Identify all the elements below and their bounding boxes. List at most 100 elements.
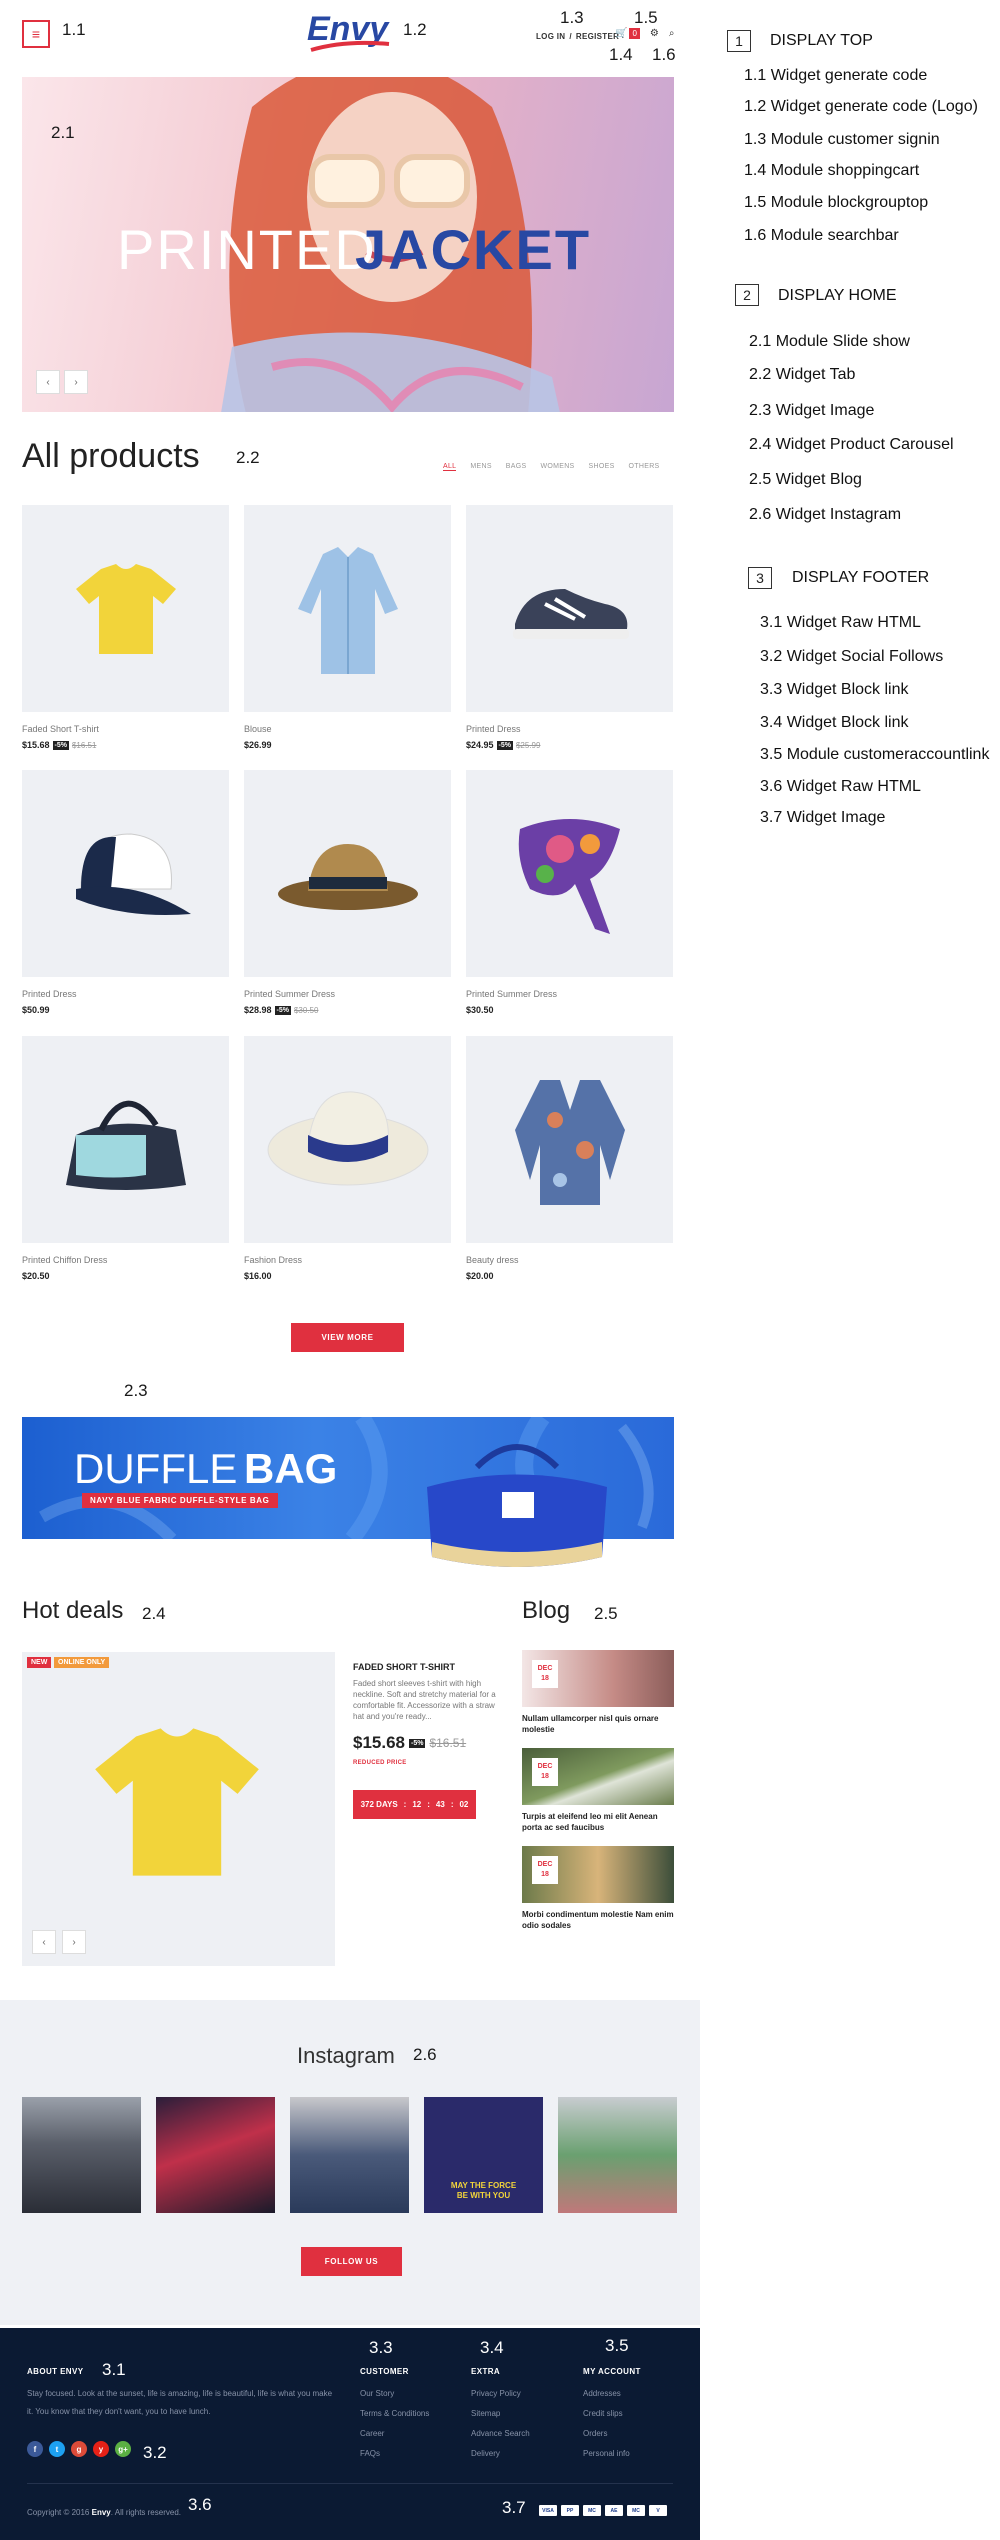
facebook-icon[interactable]: f [27,2441,43,2457]
footer-about-text: Stay focused. Look at the sunset, life i… [27,2389,333,2398]
product-image[interactable] [466,505,673,712]
slide-next-button[interactable]: › [64,370,88,394]
product-image[interactable] [244,770,451,977]
footer-link[interactable]: Addresses [583,2389,621,2398]
tab-all[interactable]: ALL [443,463,457,471]
product-image[interactable] [244,505,451,712]
separator: : [450,1800,454,1809]
menu-button[interactable]: ≡ [22,20,50,48]
date-day: 18 [541,1773,549,1780]
instagram-photo[interactable]: MAY THE FORCE BE WITH YOU [424,2097,543,2213]
product-card[interactable]: Fashion Dress $16.00 [244,1036,451,1281]
product-price: $50.99 [22,1005,50,1015]
footer-link[interactable]: Our Story [360,2389,394,2398]
register-link[interactable]: REGISTER [576,32,619,41]
footer-link[interactable]: Career [360,2429,384,2438]
logo[interactable]: Envy [305,6,395,60]
youtube-icon[interactable]: y [93,2441,109,2457]
annotation: 3.7 [502,2498,526,2517]
annotation: 1.1 [62,20,86,39]
product-card[interactable]: Faded Short T-shirt $15.68 -5% $16.51 [22,505,229,750]
product-card[interactable]: Printed Summer Dress $30.50 [466,770,673,1015]
copyright-brand: Envy [91,2508,111,2517]
footer-link[interactable]: FAQs [360,2449,380,2458]
product-image[interactable] [466,1036,673,1243]
blog-title[interactable]: Turpis at eleifend leo mi elit Aenean po… [522,1811,674,1833]
view-more-button[interactable]: VIEW MORE [291,1323,404,1352]
product-card[interactable]: Printed Dress $24.95 -5% $25.99 [466,505,673,750]
tab-womens[interactable]: WOMENS [540,463,574,471]
deal-product-image[interactable]: NEW ONLINE ONLY ‹ › [22,1652,335,1966]
instagram-photo[interactable] [558,2097,677,2213]
footer-link[interactable]: Personal info [583,2449,630,2458]
deal-prev-button[interactable]: ‹ [32,1930,56,1954]
blog-post[interactable]: DEC 18 Nullam ullamcorper nisl quis ornar… [522,1650,674,1735]
product-name[interactable]: Blouse [244,724,451,734]
instagram-photo[interactable] [22,2097,141,2213]
product-name[interactable]: Faded Short T-shirt [22,724,229,734]
search-icon[interactable]: ⌕ [669,28,675,39]
login-link[interactable]: LOG IN [536,32,565,41]
new-badge: NEW [27,1657,52,1668]
annotation: 3.2 [143,2443,167,2462]
slideshow[interactable]: PRINTED JACKET ‹ › [22,77,674,412]
product-image[interactable] [22,770,229,977]
footer-link[interactable]: Terms & Conditions [360,2409,429,2418]
blog-image[interactable]: DEC 18 [522,1748,674,1805]
product-card[interactable]: Blouse $26.99 [244,505,451,750]
separator: : [427,1800,430,1809]
deal-next-button[interactable]: › [62,1930,86,1954]
tab-bags[interactable]: BAGS [506,463,527,471]
divider [27,2483,673,2484]
product-card[interactable]: Printed Dress $50.99 [22,770,229,1015]
footer-link[interactable]: Credit slips [583,2409,623,2418]
google-plus-icon[interactable]: g+ [115,2441,131,2457]
product-name[interactable]: Printed Dress [466,724,673,734]
product-name[interactable]: Printed Dress [22,989,229,999]
promo-banner[interactable]: DUFFLE BAG NAVY BLUE FABRIC DUFFLE-STYLE… [22,1417,674,1567]
blog-post[interactable]: DEC 18 Turpis at eleifend leo mi elit Aen… [522,1748,674,1833]
product-name[interactable]: Beauty dress [466,1255,673,1265]
footer-link[interactable]: Privacy Policy [471,2389,521,2398]
tab-shoes[interactable]: SHOES [589,463,615,471]
product-card[interactable]: Printed Chiffon Dress $20.50 [22,1036,229,1281]
product-image[interactable] [22,505,229,712]
product-price: $20.50 [22,1271,50,1281]
slide-prev-button[interactable]: ‹ [36,370,60,394]
product-image[interactable] [466,770,673,977]
product-name[interactable]: Printed Summer Dress [244,989,451,999]
deal-product-name[interactable]: FADED SHORT T-SHIRT [353,1662,455,1672]
legend-section-title: DISPLAY FOOTER [792,569,930,586]
product-image[interactable] [244,1036,451,1243]
product-name[interactable]: Printed Summer Dress [466,989,673,999]
product-name[interactable]: Fashion Dress [244,1255,451,1265]
legend-item: 3.2 Widget Social Follows [760,648,944,665]
tab-others[interactable]: OTHERS [629,463,660,471]
product-name[interactable]: Printed Chiffon Dress [22,1255,229,1265]
instagram-photo[interactable] [156,2097,275,2213]
product-image[interactable] [22,1036,229,1243]
blog-post[interactable]: DEC 18 Morbi condimentum molestie Nam eni… [522,1846,674,1931]
footer-link[interactable]: Orders [583,2429,607,2438]
footer-link[interactable]: Delivery [471,2449,500,2458]
date-month: DEC [537,1665,553,1672]
instagram-photo[interactable] [290,2097,409,2213]
product-card[interactable]: Beauty dress $20.00 [466,1036,673,1281]
legend-item: 2.3 Widget Image [749,402,875,419]
twitter-icon[interactable]: t [49,2441,65,2457]
footer-link[interactable]: Sitemap [471,2409,500,2418]
gear-icon[interactable]: ⚙ [650,28,659,39]
product-card[interactable]: Printed Summer Dress $28.98 -5% $30.50 [244,770,451,1015]
blog-image[interactable]: DEC 18 [522,1846,674,1903]
blog-title[interactable]: Nullam ullamcorper nisl quis ornare mole… [522,1713,674,1735]
blog-title[interactable]: Morbi condimentum molestie Nam enim odio… [522,1909,674,1931]
section-title: Hot deals [22,1597,124,1624]
footer-link[interactable]: Advance Search [471,2429,530,2438]
date-day: 18 [541,1675,549,1682]
legend-item: 1.1 Widget generate code [744,67,928,84]
follow-us-button[interactable]: FOLLOW US [301,2247,402,2276]
blog-image[interactable]: DEC 18 [522,1650,674,1707]
google-icon[interactable]: g [71,2441,87,2457]
cart-button[interactable]: 🛒 0 [615,28,640,39]
tab-mens[interactable]: MENS [470,463,491,471]
